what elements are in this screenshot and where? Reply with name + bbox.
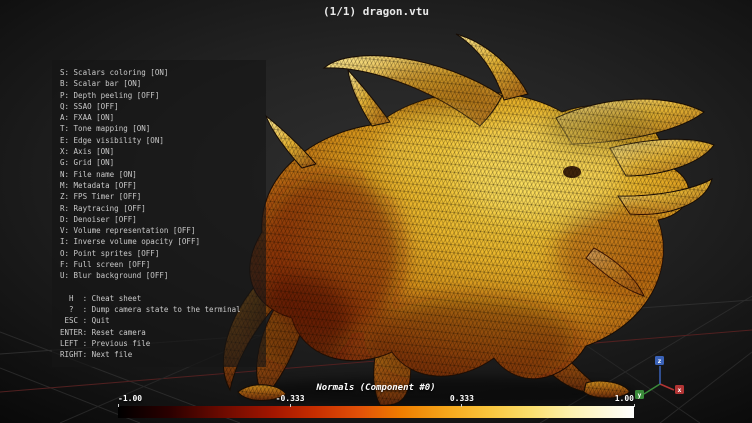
cheat-sheet-line: I: Inverse volume opacity [OFF]	[60, 236, 258, 247]
cheat-sheet-line: T: Tone mapping [ON]	[60, 123, 258, 134]
scalar-bar: Normals (Component #0) -1.00 -0.333 0.333 1…	[118, 383, 634, 418]
cheat-sheet-line: Q: SSAO [OFF]	[60, 101, 258, 112]
cheat-sheet-line: B: Scalar bar [ON]	[60, 78, 258, 89]
x-axis-label: x	[678, 386, 682, 394]
scalar-bar-tick-label: 0.333	[450, 394, 474, 403]
scalar-bar-tick	[118, 404, 119, 407]
x-axis-line	[660, 384, 674, 390]
cheat-sheet-line: X: Axis [ON]	[60, 146, 258, 157]
scalar-bar-tick	[461, 404, 462, 407]
cheat-sheet-line: H : Cheat sheet	[60, 293, 258, 304]
scalar-bar-tick-label: -0.333	[276, 394, 305, 403]
z-axis-label: z	[658, 357, 662, 365]
y-axis-label: y	[638, 391, 642, 399]
cheat-sheet-line: V: Volume representation [OFF]	[60, 225, 258, 236]
cheat-sheet-line: Z: FPS Timer [OFF]	[60, 191, 258, 202]
scalar-bar-tick	[634, 404, 635, 407]
cheat-sheet-line: ENTER: Reset camera	[60, 327, 258, 338]
cheat-sheet-line: M: Metadata [OFF]	[60, 180, 258, 191]
cheat-sheet-toggles: S: Scalars coloring [ON]B: Scalar bar [O…	[60, 67, 258, 282]
cheat-sheet-line: ESC : Quit	[60, 315, 258, 326]
viewport[interactable]: x y z (1/1) dragon.vtu S: Scalars colori…	[0, 0, 752, 423]
axes-widget: x y z	[635, 356, 684, 399]
cheat-sheet-line: F: Full screen [OFF]	[60, 259, 258, 270]
cheat-sheet-panel: S: Scalars coloring [ON]B: Scalar bar [O…	[52, 60, 266, 367]
scalar-bar-title: Normals (Component #0)	[118, 383, 634, 393]
scalar-bar-gradient	[118, 406, 634, 418]
scalar-bar-tick	[290, 404, 291, 407]
cheat-sheet-actions: H : Cheat sheet ? : Dump camera state to…	[60, 293, 258, 361]
cheat-sheet-line: G: Grid [ON]	[60, 157, 258, 168]
cheat-sheet-line: D: Denoiser [OFF]	[60, 214, 258, 225]
file-name-text: (1/1) dragon.vtu	[0, 5, 752, 18]
cheat-sheet-line: LEFT : Previous file	[60, 338, 258, 349]
cheat-sheet-line: R: Raytracing [OFF]	[60, 203, 258, 214]
scalar-bar-tick-label: 1.00	[615, 394, 634, 403]
cheat-sheet-line: U: Blur background [OFF]	[60, 270, 258, 281]
cheat-sheet-line: ? : Dump camera state to the terminal	[60, 304, 258, 315]
cheat-sheet-line: E: Edge visibility [ON]	[60, 135, 258, 146]
scalar-bar-labels: -1.00 -0.333 0.333 1.00	[118, 394, 634, 404]
cheat-sheet-line: P: Depth peeling [OFF]	[60, 90, 258, 101]
cheat-sheet-line: A: FXAA [ON]	[60, 112, 258, 123]
y-axis-line	[644, 384, 660, 394]
cheat-sheet-line: O: Point sprites [OFF]	[60, 248, 258, 259]
cheat-sheet-line: RIGHT: Next file	[60, 349, 258, 360]
cheat-sheet-line: S: Scalars coloring [ON]	[60, 67, 258, 78]
cheat-sheet-line: N: File name [ON]	[60, 169, 258, 180]
scalar-bar-tick-label: -1.00	[118, 394, 142, 403]
